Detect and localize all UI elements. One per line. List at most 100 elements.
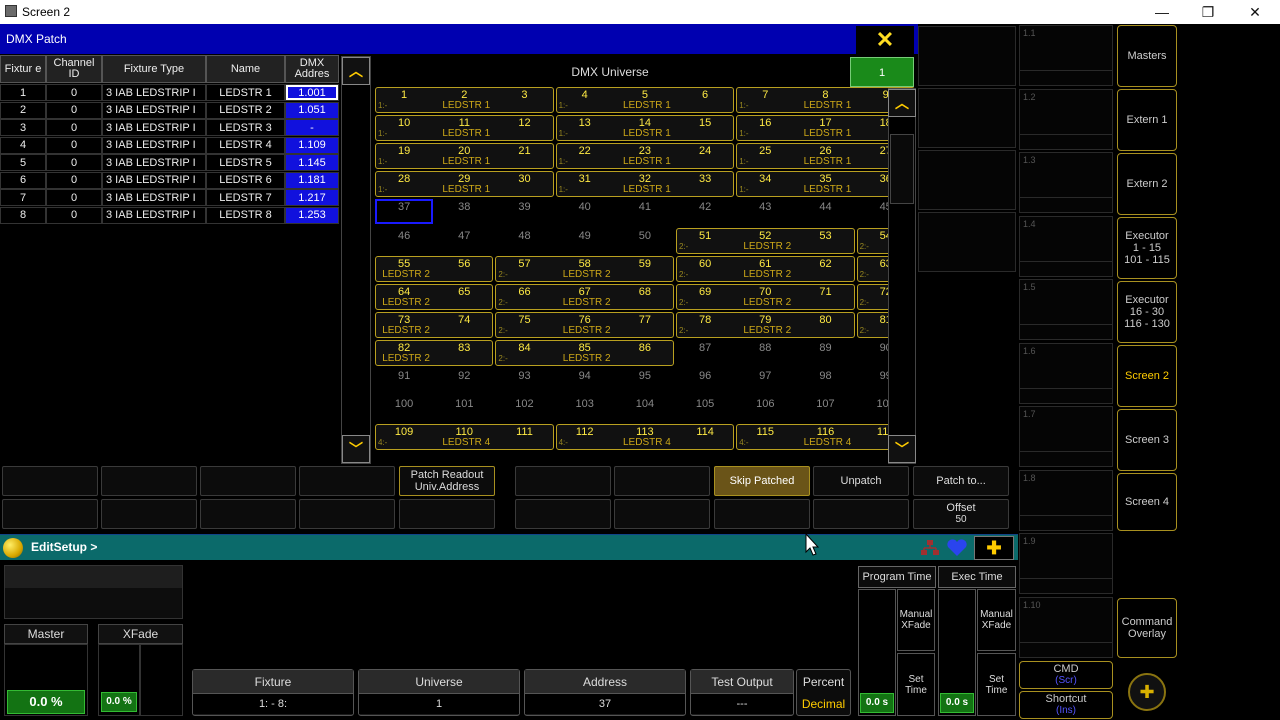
dmx-channel-cell[interactable]: 103 bbox=[557, 398, 613, 410]
cell-channel-id[interactable]: 0 bbox=[46, 154, 102, 171]
dmx-channel-cell[interactable]: 102 bbox=[496, 398, 552, 410]
program-set-time-button[interactable]: Set Time bbox=[897, 653, 935, 716]
dmx-channel-cell[interactable]: 92 bbox=[436, 370, 492, 382]
cell-dmx-address[interactable]: 1.001 bbox=[285, 84, 339, 101]
masters-button[interactable]: Masters bbox=[1117, 25, 1177, 87]
dmx-channel-cell[interactable]: 8 bbox=[797, 89, 853, 101]
dmx-channel-cell[interactable]: 46 bbox=[376, 230, 432, 242]
dmx-channel-cell[interactable]: 95 bbox=[617, 370, 673, 382]
empty-button[interactable] bbox=[200, 499, 296, 529]
dmx-channel-cell[interactable]: 22 bbox=[557, 145, 613, 157]
dmx-channel-cell[interactable]: 29 bbox=[436, 173, 492, 185]
col-header-channel-id[interactable]: Channel ID bbox=[46, 55, 102, 83]
skip-patched-button[interactable]: Skip Patched bbox=[714, 466, 810, 496]
cell-dmx-address[interactable]: 1.051 bbox=[285, 101, 339, 119]
dmx-channel-cell[interactable]: 96 bbox=[677, 370, 733, 382]
empty-button[interactable] bbox=[515, 499, 611, 529]
dmx-channel-cell[interactable]: 88 bbox=[737, 342, 793, 354]
view-slot[interactable] bbox=[918, 88, 1016, 148]
dmx-channel-cell[interactable]: 56 bbox=[436, 258, 492, 270]
executor-1-15-button[interactable]: Executor 1 - 15 101 - 115 bbox=[1117, 217, 1177, 279]
executor-slot[interactable]: 1.5 bbox=[1019, 279, 1113, 340]
view-slot[interactable] bbox=[918, 26, 1016, 86]
cell-name[interactable]: LEDSTR 1 bbox=[206, 84, 285, 101]
restore-button[interactable]: ❐ bbox=[1185, 0, 1231, 24]
dmx-channel-cell[interactable]: 79 bbox=[737, 314, 793, 326]
dmx-channel-cell[interactable]: 13 bbox=[557, 117, 613, 129]
cell-fixture-type[interactable]: 3 IAB LEDSTRIP I bbox=[102, 189, 206, 206]
dmx-channel-cell[interactable]: 77 bbox=[617, 314, 673, 326]
exec-manual-xfade-button[interactable]: Manual XFade bbox=[977, 589, 1016, 651]
dmx-channel-cell[interactable]: 86 bbox=[617, 342, 673, 354]
dmx-channel-cell[interactable]: 93 bbox=[496, 370, 552, 382]
col-header-dmx-address[interactable]: DMX Addres bbox=[285, 55, 339, 83]
cell-dmx-address[interactable]: 1.109 bbox=[285, 136, 339, 154]
dmx-channel-cell[interactable]: 43 bbox=[737, 201, 793, 213]
empty-button[interactable] bbox=[399, 499, 495, 529]
dmx-channel-cell[interactable]: 73 bbox=[376, 314, 432, 326]
dmx-channel-cell[interactable]: 110 bbox=[436, 426, 492, 438]
scroll-up-icon[interactable]: ︿ bbox=[342, 57, 370, 85]
dmx-channel-cell[interactable]: 31 bbox=[557, 173, 613, 185]
dmx-channel-cell[interactable]: 105 bbox=[677, 398, 733, 410]
cell-fixture[interactable]: 8 bbox=[0, 206, 46, 224]
col-header-fixture-type[interactable]: Fixture Type bbox=[102, 55, 206, 83]
dmx-channel-cell[interactable]: 82 bbox=[376, 342, 432, 354]
close-dmx-patch-button[interactable]: ✕ bbox=[856, 26, 914, 54]
dmx-channel-cell[interactable]: 97 bbox=[737, 370, 793, 382]
executor-slot[interactable]: 1.10 bbox=[1019, 596, 1113, 658]
dmx-channel-cell[interactable]: 60 bbox=[677, 258, 733, 270]
scroll-down-icon[interactable]: ﹀ bbox=[342, 435, 370, 463]
shortcut-button[interactable]: Shortcut (Ins) bbox=[1019, 691, 1113, 719]
cell-channel-id[interactable]: 0 bbox=[46, 189, 102, 206]
dmx-channel-cell[interactable]: 30 bbox=[496, 173, 552, 185]
dmx-channel-cell[interactable]: 58 bbox=[557, 258, 613, 270]
dmx-channel-cell[interactable]: 4 bbox=[557, 89, 613, 101]
cell-name[interactable]: LEDSTR 4 bbox=[206, 136, 285, 154]
cell-channel-id[interactable]: 0 bbox=[46, 84, 102, 101]
program-manual-xfade-button[interactable]: Manual XFade bbox=[897, 589, 935, 651]
dmx-channel-cell[interactable]: 66 bbox=[496, 286, 552, 298]
cell-channel-id[interactable]: 0 bbox=[46, 171, 102, 189]
cell-fixture[interactable]: 1 bbox=[0, 84, 46, 101]
cmd-button[interactable]: CMD (Scr) bbox=[1019, 661, 1113, 689]
empty-button[interactable] bbox=[614, 499, 710, 529]
dmx-channel-cell[interactable]: 106 bbox=[737, 398, 793, 410]
dmx-channel-cell[interactable]: 109 bbox=[376, 426, 432, 438]
dmx-channel-cell[interactable]: 49 bbox=[557, 230, 613, 242]
heart-icon[interactable] bbox=[946, 539, 968, 557]
dmx-channel-cell[interactable]: 11 bbox=[436, 117, 492, 129]
dmx-channel-cell[interactable]: 35 bbox=[797, 173, 853, 185]
dmx-channel-cell[interactable]: 80 bbox=[797, 314, 853, 326]
dmx-channel-cell[interactable]: 53 bbox=[797, 230, 853, 242]
cell-fixture[interactable]: 3 bbox=[0, 119, 46, 136]
dmx-channel-cell[interactable]: 19 bbox=[376, 145, 432, 157]
cell-fixture-type[interactable]: 3 IAB LEDSTRIP I bbox=[102, 206, 206, 224]
dmx-channel-cell[interactable]: 24 bbox=[677, 145, 733, 157]
executor-slot[interactable]: 1.2 bbox=[1019, 88, 1113, 150]
minimize-button[interactable]: — bbox=[1139, 0, 1185, 24]
dmx-channel-cell[interactable]: 89 bbox=[797, 342, 853, 354]
dmx-channel-cell[interactable]: 84 bbox=[496, 342, 552, 354]
dmx-channel-cell[interactable]: 42 bbox=[677, 201, 733, 213]
empty-button[interactable] bbox=[515, 466, 611, 496]
empty-button[interactable] bbox=[101, 466, 197, 496]
cell-name[interactable]: LEDSTR 6 bbox=[206, 171, 285, 189]
executor-slot[interactable]: 1.7 bbox=[1019, 406, 1113, 467]
dmx-channel-cell[interactable]: 33 bbox=[677, 173, 733, 185]
dmx-channel-cell[interactable]: 55 bbox=[376, 258, 432, 270]
dmx-channel-cell[interactable]: 25 bbox=[737, 145, 793, 157]
dmx-channel-cell[interactable]: 39 bbox=[496, 201, 552, 213]
dmx-channel-cell[interactable]: 26 bbox=[797, 145, 853, 157]
cell-dmx-address[interactable]: 1.253 bbox=[285, 206, 339, 224]
dmx-channel-cell[interactable]: 87 bbox=[677, 342, 733, 354]
dmx-channel-cell[interactable]: 16 bbox=[737, 117, 793, 129]
dmx-channel-cell[interactable]: 100 bbox=[376, 398, 432, 410]
dmx-channel-cell[interactable]: 114 bbox=[677, 426, 733, 438]
grid-scroll-up-icon[interactable]: ︿ bbox=[888, 89, 916, 117]
cell-channel-id[interactable]: 0 bbox=[46, 206, 102, 224]
cell-name[interactable]: LEDSTR 7 bbox=[206, 189, 285, 206]
grid-scroll-down-icon[interactable]: ﹀ bbox=[888, 435, 916, 463]
dmx-channel-cell[interactable]: 113 bbox=[617, 426, 673, 438]
cell-channel-id[interactable]: 0 bbox=[46, 101, 102, 119]
